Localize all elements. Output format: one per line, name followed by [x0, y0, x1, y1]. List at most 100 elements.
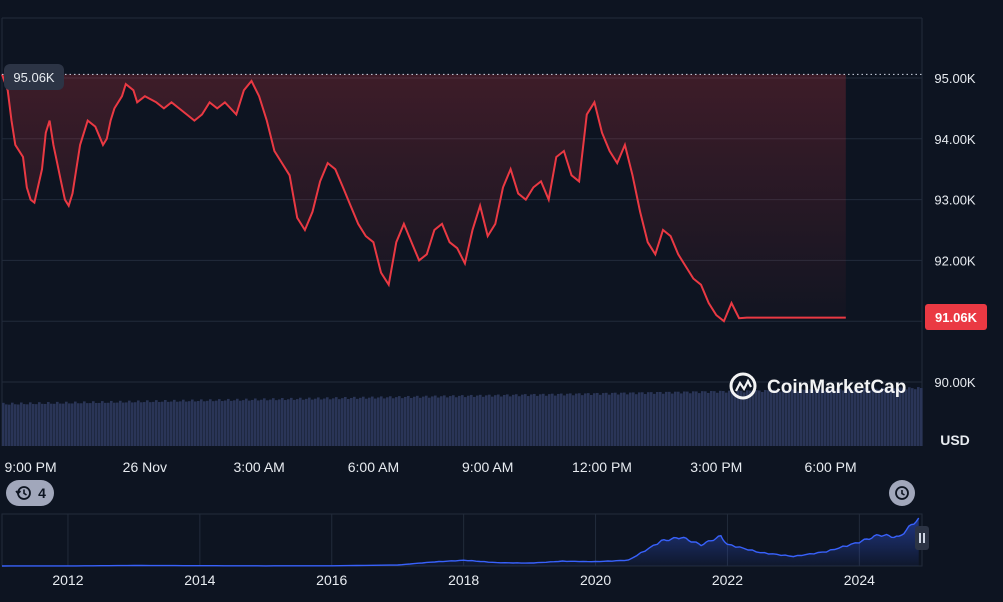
volume-bar [917, 387, 920, 446]
volume-bar [833, 390, 836, 446]
range-handle[interactable] [915, 526, 929, 550]
volume-bar [644, 394, 647, 446]
volume-bar [695, 391, 698, 446]
volume-bar [458, 395, 461, 446]
volume-bar [368, 397, 371, 446]
volume-bar [662, 393, 665, 446]
x-tick-label: 6:00 PM [805, 459, 857, 475]
volume-bar [338, 399, 341, 446]
volume-bar [545, 395, 548, 446]
volume-bar [239, 400, 242, 446]
volume-bar [191, 399, 194, 446]
volume-bar [758, 390, 761, 446]
price-area-fill [2, 74, 846, 322]
volume-bar [62, 403, 65, 446]
volume-bar [248, 400, 251, 446]
range-navigator[interactable] [1, 513, 923, 567]
current-price-badge: 91.06K [925, 304, 987, 330]
volume-bar [503, 394, 506, 446]
volume-bar [167, 401, 170, 446]
volume-bar [620, 392, 623, 446]
price-chart-svg[interactable]: 90.00K91.00K92.00K93.00K94.00K95.00K 9:0… [0, 0, 1003, 597]
volume-bar [632, 392, 635, 446]
volume-bar [53, 403, 56, 446]
volume-bar [674, 391, 677, 446]
x-tick-label: 26 Nov [123, 459, 167, 475]
volume-bar [581, 395, 584, 446]
volume-bar [452, 395, 455, 446]
volume-bar [824, 390, 827, 446]
volume-bar [896, 389, 899, 446]
volume-bar [686, 391, 689, 446]
volume-bar [143, 402, 146, 446]
volume-bar [332, 398, 335, 446]
volume-bar [296, 399, 299, 446]
volume-bar [671, 393, 674, 446]
volume-bar [584, 393, 587, 446]
x-tick-label: 12:00 PM [572, 459, 632, 475]
history-button[interactable]: 4 [6, 480, 54, 506]
volume-bar [650, 392, 653, 446]
volume-bar [278, 399, 281, 446]
volume-bar [701, 391, 704, 446]
volume-bar [128, 400, 131, 446]
volume-bar [194, 401, 197, 446]
volume-bar [89, 403, 92, 446]
volume-bar [11, 402, 14, 446]
volume-bar [227, 398, 230, 446]
volume-bar [398, 396, 401, 446]
volume-bar [566, 393, 569, 446]
volume-bar [272, 398, 275, 446]
reset-zoom-button[interactable] [889, 480, 915, 506]
volume-bar [587, 393, 590, 446]
volume-bar [35, 404, 38, 446]
volume-bar [647, 392, 650, 446]
volume-bar [749, 390, 752, 446]
range-navigator-tick-label: 2014 [184, 572, 215, 588]
volume-bar [176, 401, 179, 446]
volume-bar [329, 399, 332, 446]
volume-bar [788, 391, 791, 446]
volume-bar [779, 391, 782, 446]
volume-bar [569, 393, 572, 446]
volume-bar [776, 390, 779, 446]
open-price-label: 95.06K [13, 70, 55, 85]
volume-bar [860, 390, 863, 446]
volume-bar [494, 395, 497, 446]
current-price-label: 91.06K [935, 310, 978, 325]
volume-bar [269, 399, 272, 446]
volume-bar [464, 397, 467, 446]
volume-bar [392, 398, 395, 446]
volume-bar [122, 402, 125, 446]
volume-bar [593, 393, 596, 446]
y-tick-label: 93.00K [934, 193, 976, 208]
volume-bar [161, 401, 164, 446]
volume-bar [497, 394, 500, 446]
volume-bar [182, 399, 185, 446]
volume-bar [659, 391, 662, 446]
y-tick-label: 95.00K [934, 71, 976, 86]
volume-bar [362, 396, 365, 446]
volume-bar [140, 402, 143, 446]
volume-bar [626, 394, 629, 446]
volume-bar [173, 399, 176, 446]
volume-bar [56, 401, 59, 446]
volume-bar [377, 397, 380, 446]
volume-bar [188, 401, 191, 446]
volume-bar [110, 400, 113, 446]
volume-bar [407, 395, 410, 446]
volume-bar [509, 396, 512, 446]
volume-bar [350, 398, 353, 446]
volume-bar [209, 399, 212, 446]
volume-bar [92, 401, 95, 446]
volume-bar [422, 396, 425, 446]
volume-bar [314, 398, 317, 446]
volume-bar [77, 403, 80, 446]
volume-bar [482, 396, 485, 446]
volume-bar [41, 403, 44, 446]
x-tick-label: 3:00 AM [233, 459, 284, 475]
volume-bar [449, 396, 452, 446]
volume-bar [287, 399, 290, 446]
volume-bar [146, 400, 149, 446]
volume-bar [152, 401, 155, 446]
